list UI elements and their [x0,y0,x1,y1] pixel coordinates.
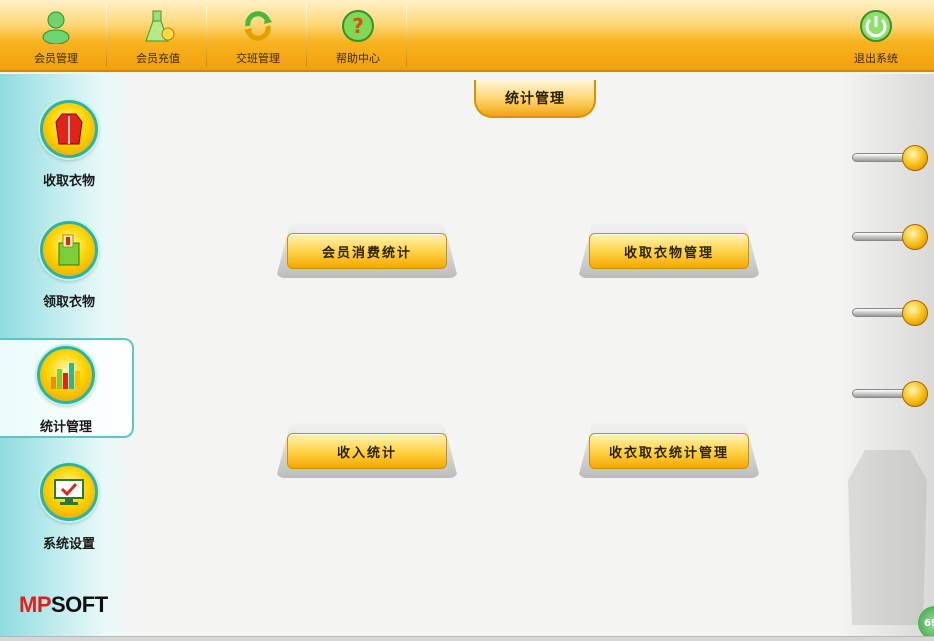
binder-ring [852,381,928,407]
coat-icon [40,100,98,158]
power-icon [858,8,894,44]
toolbar-label: 会员管理 [34,52,78,65]
toolbar-member-management[interactable]: 会员管理 [6,0,106,72]
toolbar-divider [406,6,407,66]
income-stats-button[interactable]: 收入统计 [276,422,458,478]
receive-clothes-management-button[interactable]: 收取衣物管理 [578,222,760,278]
coat-watermark-icon [848,450,927,625]
toolbar-member-recharge[interactable]: 会员充值 [108,0,208,72]
page-title: 统计管理 [474,80,596,118]
toolbar-exit-system[interactable]: 退出系统 [826,0,926,72]
sidebar-item-label: 系统设置 [42,537,95,552]
toolbar-label: 交班管理 [236,52,280,65]
sidebar-item-receive-clothes[interactable]: 收取衣物 [2,100,136,200]
toolbar-help-center[interactable]: ? 帮助中心 [308,0,408,72]
svg-text:?: ? [352,14,364,38]
binder-ring [852,300,928,326]
sidebar-item-system-settings[interactable]: 系统设置 [2,463,136,563]
sidebar-item-statistics[interactable]: 统计管理 [0,338,134,438]
sidebar-item-label: 领取衣物 [42,295,95,310]
binder-ring [852,224,928,250]
button-label: 收衣取衣统计管理 [589,433,749,469]
button-label: 会员消费统计 [287,233,447,269]
toolbar-divider [106,6,107,66]
button-label: 收入统计 [287,433,447,469]
shift-icon [240,8,276,44]
sidebar-item-label: 收取衣物 [42,174,95,189]
status-bar [0,636,934,641]
statistics-icon [37,346,95,404]
brand-logo: MPSOFT [19,592,108,617]
toolbar-label: 会员充值 [136,52,180,65]
receive-collect-stats-button[interactable]: 收衣取衣统计管理 [578,422,760,478]
member-icon [38,8,74,44]
member-consumption-stats-button[interactable]: 会员消费统计 [276,222,458,278]
binder-ring [852,145,928,171]
help-icon: ? [340,8,376,44]
recharge-icon [140,8,176,44]
toolbar-label: 帮助中心 [336,52,380,65]
toolbar-divider [206,6,207,66]
toolbar-shift-management[interactable]: 交班管理 [208,0,308,72]
sidebar-item-collect-clothes[interactable]: 领取衣物 [2,221,136,321]
monitor-icon [40,463,98,521]
toolbar-label: 退出系统 [854,52,898,65]
sidebar-item-label: 统计管理 [39,420,92,435]
top-toolbar: 会员管理 会员充值 交班管理 ? 帮助中心 退出系统 [0,0,934,72]
button-label: 收取衣物管理 [589,233,749,269]
bag-icon [40,221,98,279]
toolbar-divider [306,6,307,66]
